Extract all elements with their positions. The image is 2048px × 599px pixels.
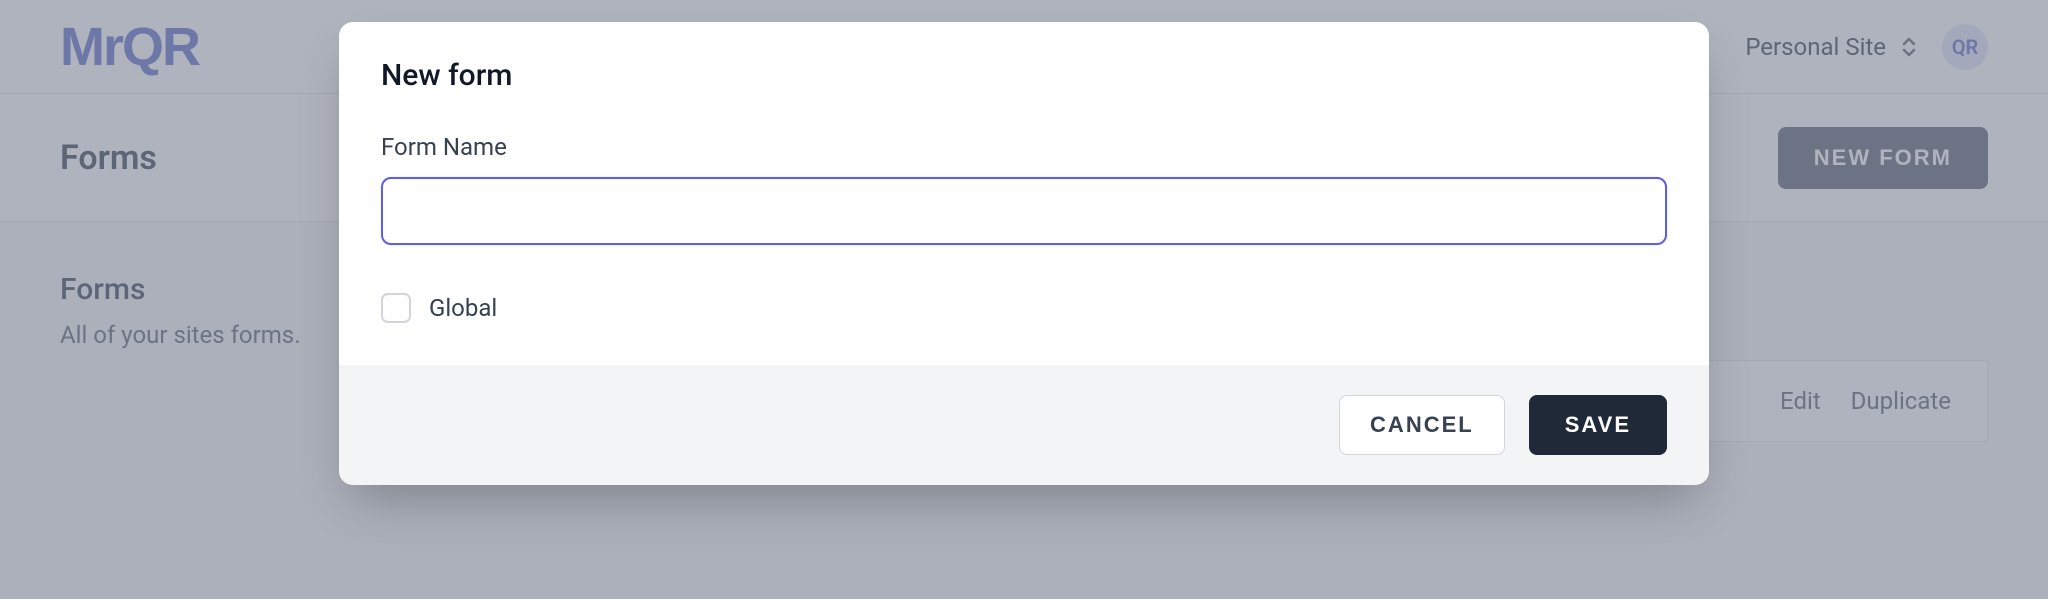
modal-body: New form Form Name Global bbox=[339, 22, 1709, 365]
global-checkbox-label: Global bbox=[429, 294, 497, 322]
global-checkbox-row: Global bbox=[381, 293, 1667, 323]
modal-title: New form bbox=[381, 58, 1667, 93]
modal-footer: CANCEL SAVE bbox=[339, 365, 1709, 485]
cancel-button[interactable]: CANCEL bbox=[1339, 395, 1505, 455]
new-form-modal: New form Form Name Global CANCEL SAVE bbox=[339, 22, 1709, 485]
global-checkbox[interactable] bbox=[381, 293, 411, 323]
save-button[interactable]: SAVE bbox=[1529, 395, 1667, 455]
modal-overlay: New form Form Name Global CANCEL SAVE bbox=[0, 0, 2048, 599]
form-name-label: Form Name bbox=[381, 133, 1667, 161]
form-name-input[interactable] bbox=[381, 177, 1667, 245]
